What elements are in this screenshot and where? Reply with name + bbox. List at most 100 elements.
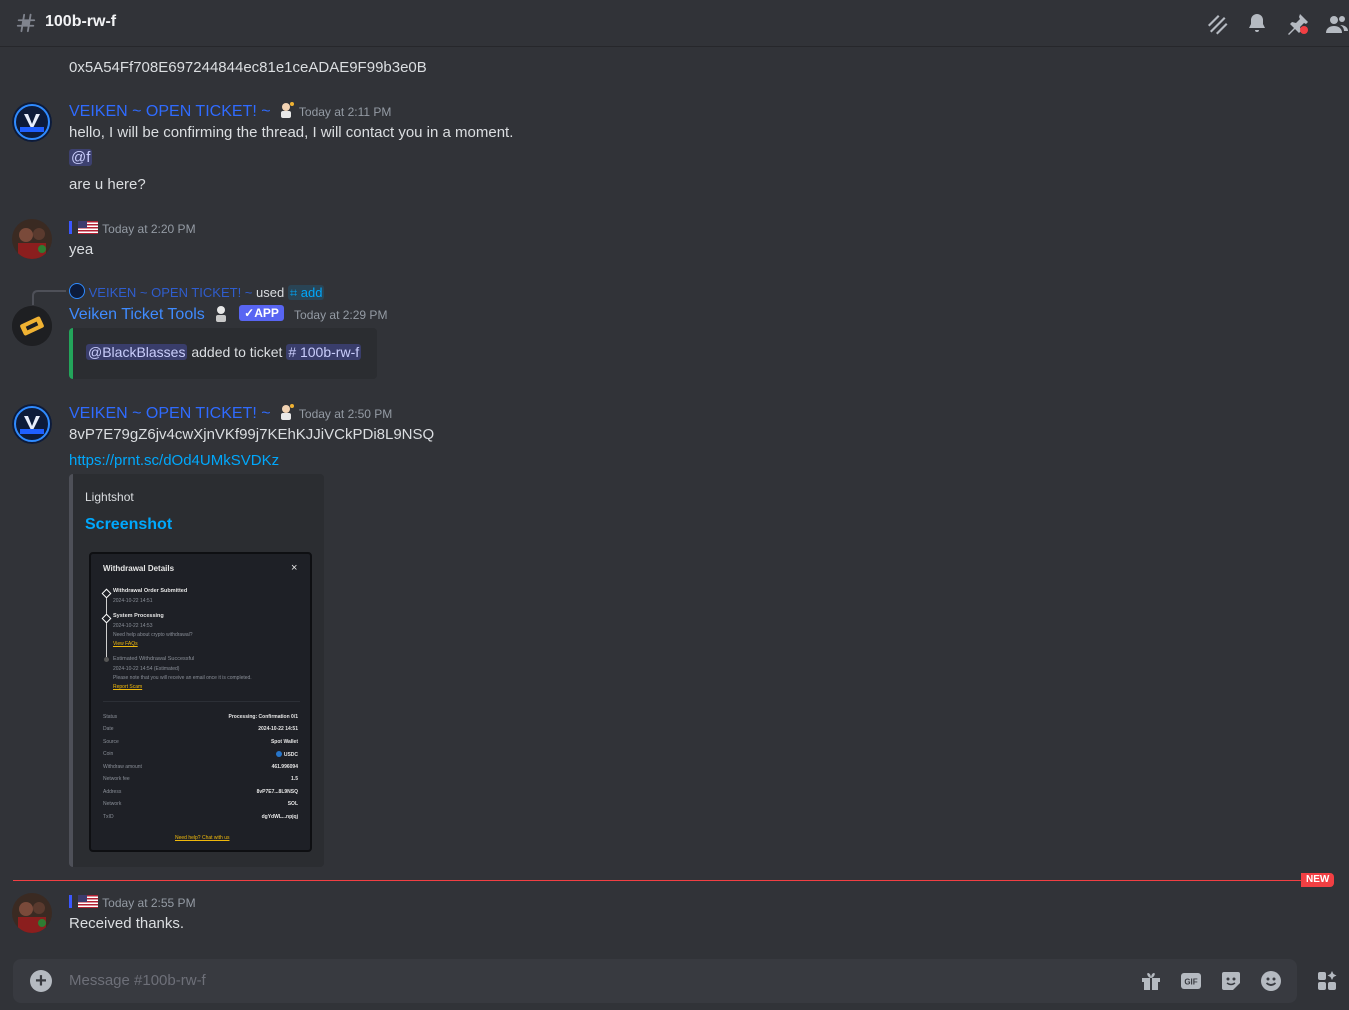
step-note: Please note that you will receive an ema…	[113, 675, 252, 681]
user-mention[interactable]: @f	[69, 149, 93, 166]
row-value: USDC	[275, 751, 298, 758]
step-dot	[101, 588, 112, 599]
reply-line	[32, 290, 66, 305]
divider	[103, 701, 300, 702]
us-flag-icon	[78, 221, 98, 234]
timestamp: Today at 2:11 PM	[298, 105, 392, 119]
row-value: dgYdWL...npjqj	[261, 814, 298, 820]
bell-icon[interactable]	[1245, 12, 1269, 36]
row-value: 1.5	[291, 776, 298, 782]
row-label: Network fee	[103, 776, 130, 782]
link-embed: Lightshot Screenshot Withdrawal Details …	[69, 474, 324, 867]
step-date: 2024-10-22 14:54 (Estimated)	[113, 666, 180, 672]
step-dot	[104, 657, 109, 662]
step-title: Withdrawal Order Submitted	[113, 588, 188, 594]
pin-icon[interactable]	[1286, 12, 1310, 36]
avatar-user[interactable]	[12, 893, 52, 933]
message-header: Veiken Ticket Tools ✓APP Today at 2:29 P…	[69, 305, 387, 324]
member-list-icon[interactable]	[1325, 12, 1349, 36]
row-label: Network	[103, 801, 122, 807]
message-header: VEIKEN ~ OPEN TICKET! ~ Today at 2:50 PM	[69, 403, 392, 423]
avatar-user[interactable]	[12, 219, 52, 259]
timeline-line	[106, 594, 107, 660]
user-mention[interactable]: @BlackBlasses	[86, 344, 188, 360]
embed-provider: Lightshot	[85, 490, 134, 504]
help-link: Need help? Chat with us	[175, 835, 230, 841]
channel-title: 100b-rw-f	[45, 13, 117, 30]
new-messages-divider	[13, 880, 1301, 881]
username[interactable]: Veiken Ticket Tools	[69, 306, 205, 323]
emoji-icon[interactable]	[1259, 969, 1283, 993]
row-value: SOL	[287, 801, 298, 807]
new-badge: NEW	[1301, 873, 1335, 887]
row-value: 2024-10-22 14:51	[258, 726, 298, 732]
row-value: 8vP7E7...8L9NSQ	[256, 789, 298, 795]
app-badge: ✓APP	[239, 305, 284, 321]
reply-context[interactable]: VEIKEN ~ OPEN TICKET! ~ used ⌗ add	[69, 283, 325, 301]
username[interactable]: VEIKEN ~ OPEN TICKET! ~	[69, 405, 271, 422]
reply-used-text: used	[256, 285, 285, 300]
message-header: Today at 2:20 PM	[69, 220, 196, 237]
step-note: Need help about crypto withdrawal?	[113, 632, 193, 638]
sticker-icon[interactable]	[1219, 969, 1243, 993]
avatar-veiken[interactable]	[12, 404, 52, 444]
channel-mention[interactable]: # 100b-rw-f	[286, 344, 362, 360]
message-header: VEIKEN ~ OPEN TICKET! ~ Today at 2:11 PM	[69, 101, 391, 121]
reply-username[interactable]: VEIKEN ~ OPEN TICKET! ~	[89, 285, 253, 300]
role-icon	[277, 101, 295, 119]
row-value: Spot Wallet	[270, 739, 298, 745]
hashtag-icon	[16, 13, 36, 33]
message-composer: + Message #100b-rw-f GIF	[13, 959, 1297, 1003]
app-badge-label: APP	[254, 306, 279, 320]
message-header: Today at 2:55 PM	[69, 894, 196, 911]
row-label: Address	[103, 789, 122, 795]
role-icon	[277, 403, 295, 421]
apps-icon[interactable]	[1315, 969, 1339, 993]
message-text: are u here?	[69, 176, 146, 193]
slash-command-name: add	[300, 285, 323, 300]
usdc-icon	[275, 751, 282, 757]
slash-command[interactable]: ⌗ add	[287, 285, 325, 300]
row-label: Source	[103, 739, 119, 745]
step-title: Estimated Withdrawal Successful	[113, 656, 195, 662]
step-dot	[101, 613, 112, 624]
threads-icon[interactable]	[1205, 12, 1229, 36]
message-link[interactable]: https://prnt.sc/dOd4UMkSVDKz	[69, 452, 279, 469]
row-label: Date	[103, 726, 114, 732]
embed-title-link[interactable]: Screenshot	[85, 516, 172, 534]
row-label: TxID	[103, 814, 114, 820]
gif-icon[interactable]: GIF	[1179, 969, 1203, 993]
us-flag-icon	[78, 895, 98, 908]
role-color-tick	[69, 221, 72, 234]
username[interactable]: VEIKEN ~ OPEN TICKET! ~	[69, 103, 271, 120]
coin-value: USDC	[283, 752, 298, 758]
row-label: Coin	[103, 751, 114, 757]
message-text: yea	[69, 241, 94, 258]
step-link: View FAQs	[113, 641, 138, 647]
row-label: Withdraw amount	[103, 764, 142, 770]
embed-screenshot-image[interactable]: Withdrawal Details × Withdrawal Order Su…	[89, 552, 312, 852]
timestamp: Today at 2:55 PM	[102, 896, 196, 910]
svg-text:GIF: GIF	[1184, 978, 1197, 987]
message-text: 0x5A54Ff708E697244844ec81e1ceADAE9F99b3e…	[69, 59, 427, 76]
row-value: Processing: Confirmation 0/1	[228, 714, 298, 720]
step-date: 2024-10-22 14:51	[113, 598, 153, 604]
embed-text: added to ticket	[191, 344, 283, 360]
message-input[interactable]: Message #100b-rw-f	[69, 972, 206, 989]
avatar-veiken[interactable]	[12, 102, 52, 142]
timestamp: Today at 2:29 PM	[294, 308, 388, 322]
step-date: 2024-10-22 14:53	[113, 623, 153, 629]
message-text: 8vP7E79gZ6jv4cwXjnVKf99j7KEhKJJiVCkPDi8L…	[69, 426, 435, 443]
close-icon: ×	[291, 562, 298, 574]
add-attachment-button[interactable]: +	[30, 970, 52, 992]
avatar-ticket-tools[interactable]	[12, 306, 52, 346]
bot-icon	[213, 305, 229, 323]
embed-ticket-add: @BlackBlasses added to ticket # 100b-rw-…	[69, 328, 377, 379]
step-link: Report Scam	[113, 684, 143, 690]
row-value: 461.996094	[271, 764, 298, 770]
role-color-tick	[69, 895, 72, 908]
message-text: hello, I will be confirming the thread, …	[69, 124, 514, 141]
gift-icon[interactable]	[1139, 969, 1163, 993]
message-text: Received thanks.	[69, 915, 185, 932]
step-title: System Processing	[113, 613, 164, 619]
